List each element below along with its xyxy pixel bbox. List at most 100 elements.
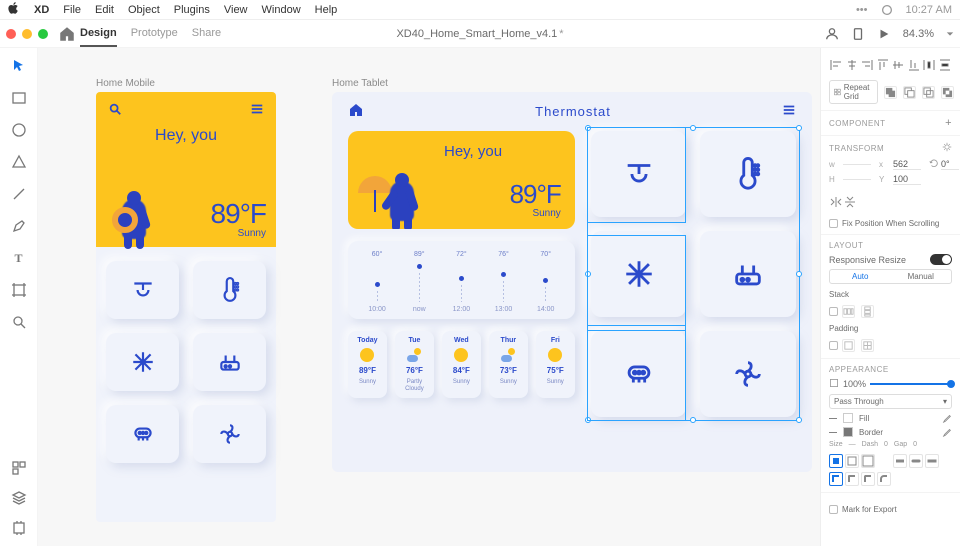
window-controls[interactable] <box>6 29 48 39</box>
daily-card[interactable]: Wed84°FSunny <box>442 331 481 398</box>
x-input[interactable]: 562 <box>893 159 921 170</box>
distribute-h-icon[interactable] <box>922 58 936 72</box>
stroke-inner-icon[interactable] <box>829 454 843 468</box>
align-hcenter-icon[interactable] <box>845 58 859 72</box>
device-ac[interactable] <box>591 231 687 317</box>
boolean-subtract-icon[interactable] <box>903 86 916 99</box>
menu-file[interactable]: File <box>63 4 81 16</box>
ellipse-tool[interactable] <box>11 122 27 138</box>
transform-settings-icon[interactable] <box>942 142 952 154</box>
device-lamp[interactable] <box>106 261 179 319</box>
zoom-level[interactable]: 84.3% <box>903 28 934 40</box>
menu-window[interactable]: Window <box>262 4 301 16</box>
boolean-add-icon[interactable] <box>884 86 897 99</box>
device-router[interactable] <box>700 231 796 317</box>
menu-help[interactable]: Help <box>315 4 338 16</box>
device-fan[interactable] <box>193 405 266 463</box>
tablet-home-icon[interactable] <box>348 102 364 121</box>
join-miter-icon[interactable] <box>829 472 843 486</box>
repeat-grid-button[interactable]: Repeat Grid <box>829 80 878 104</box>
fill-eyedropper-icon[interactable] <box>942 413 952 423</box>
padding-checkbox[interactable] <box>829 341 838 350</box>
plugins-panel-icon[interactable] <box>11 520 27 536</box>
align-top-icon[interactable] <box>876 58 890 72</box>
menu-edit[interactable]: Edit <box>95 4 114 16</box>
hamburger-icon[interactable] <box>250 102 264 119</box>
select-tool[interactable] <box>11 58 27 74</box>
home-button[interactable] <box>58 25 76 43</box>
cap-round-icon[interactable] <box>909 454 923 468</box>
seg-auto[interactable]: Auto <box>830 270 891 283</box>
daily-card[interactable]: Today89°FSunny <box>348 331 387 398</box>
line-tool[interactable] <box>11 186 27 202</box>
siri-icon[interactable] <box>880 3 894 17</box>
daily-card[interactable]: Fri75°FSunny <box>536 331 575 398</box>
distribute-v-icon[interactable] <box>938 58 952 72</box>
flip-v-icon[interactable] <box>843 195 857 209</box>
stroke-outer-icon[interactable] <box>861 454 875 468</box>
align-right-icon[interactable] <box>860 58 874 72</box>
border-toggle-icon[interactable]: — <box>829 428 837 437</box>
polygon-tool[interactable] <box>11 154 27 170</box>
apple-menu[interactable] <box>8 2 20 17</box>
tab-share[interactable]: Share <box>192 21 221 47</box>
border-eyedropper-icon[interactable] <box>942 427 952 437</box>
artboard-tool[interactable] <box>11 282 27 298</box>
width-input[interactable] <box>843 164 871 165</box>
artboard-label-mobile[interactable]: Home Mobile <box>96 78 155 89</box>
boolean-exclude-icon[interactable] <box>941 86 954 99</box>
y-input[interactable]: 100 <box>893 174 921 185</box>
opacity-value[interactable]: 100% <box>843 379 866 389</box>
mobile-preview-icon[interactable] <box>851 27 865 41</box>
desktop-preview-icon[interactable] <box>877 27 891 41</box>
blend-mode-dropdown[interactable]: Pass Through ▾ <box>829 394 952 409</box>
rectangle-tool[interactable] <box>11 90 27 106</box>
close-window[interactable] <box>6 29 16 39</box>
text-tool[interactable]: T <box>11 250 27 266</box>
corner-radius-icon[interactable] <box>877 472 891 486</box>
responsive-resize-toggle[interactable] <box>930 254 952 265</box>
fix-position-checkbox[interactable] <box>829 219 838 228</box>
zoom-chevron-icon[interactable] <box>946 27 954 41</box>
tab-design[interactable]: Design <box>80 21 117 47</box>
device-router[interactable] <box>193 333 266 391</box>
daily-card[interactable]: Tue76°FPartly Cloudy <box>395 331 434 398</box>
mark-export-checkbox[interactable] <box>829 505 838 514</box>
fill-toggle-icon[interactable]: — <box>829 414 837 423</box>
stack-checkbox[interactable] <box>829 307 838 316</box>
menu-plugins[interactable]: Plugins <box>174 4 210 16</box>
layers-panel-icon[interactable] <box>11 490 27 506</box>
menu-object[interactable]: Object <box>128 4 160 16</box>
search-icon[interactable] <box>108 102 122 119</box>
join-bevel-icon[interactable] <box>861 472 875 486</box>
boolean-intersect-icon[interactable] <box>922 86 935 99</box>
device-lamp[interactable] <box>591 131 687 217</box>
flip-h-icon[interactable] <box>829 195 843 209</box>
assets-panel-icon[interactable] <box>11 460 27 476</box>
artboard-label-tablet[interactable]: Home Tablet <box>332 78 388 89</box>
padding-independent-icon[interactable] <box>861 339 874 352</box>
canvas[interactable]: Home Mobile Home Tablet Hey, you <box>38 48 820 546</box>
seg-manual[interactable]: Manual <box>891 270 952 283</box>
height-input[interactable] <box>843 179 871 180</box>
app-name-menu[interactable]: XD <box>34 4 49 16</box>
cap-butt-icon[interactable] <box>893 454 907 468</box>
device-speaker[interactable] <box>106 405 179 463</box>
device-thermostat[interactable] <box>700 131 796 217</box>
tab-prototype[interactable]: Prototype <box>131 21 178 47</box>
stack-v-icon[interactable] <box>861 305 874 318</box>
opacity-slider[interactable] <box>870 383 952 385</box>
device-speaker[interactable] <box>591 331 687 417</box>
device-thermostat[interactable] <box>193 261 266 319</box>
padding-same-icon[interactable] <box>842 339 855 352</box>
opacity-visibility-icon[interactable] <box>829 378 839 390</box>
add-component-icon[interactable]: + <box>945 117 952 129</box>
menu-view[interactable]: View <box>224 4 248 16</box>
artboard-tablet[interactable]: Thermostat Hey, you <box>332 92 812 472</box>
border-swatch[interactable] <box>843 427 853 437</box>
daily-card[interactable]: Thur73°FSunny <box>489 331 528 398</box>
zoom-tool[interactable] <box>11 314 27 330</box>
align-vcenter-icon[interactable] <box>891 58 905 72</box>
tablet-hamburger-icon[interactable] <box>782 103 796 120</box>
fullscreen-window[interactable] <box>38 29 48 39</box>
